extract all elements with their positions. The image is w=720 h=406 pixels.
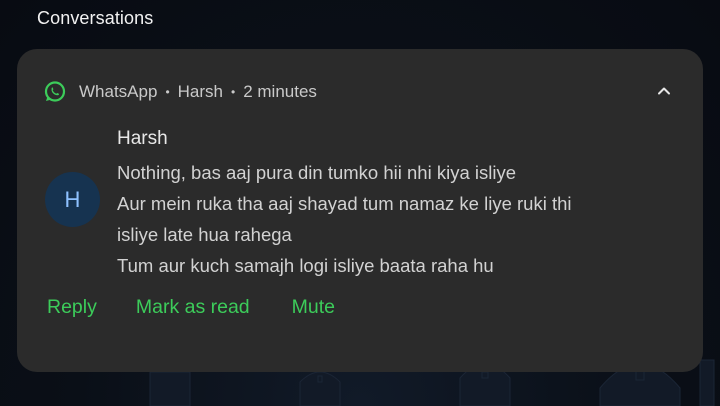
sender-name: Harsh xyxy=(117,128,168,149)
reply-button[interactable]: Reply xyxy=(47,296,97,319)
notification-time: 2 minutes xyxy=(243,82,317,101)
mute-button[interactable]: Mute xyxy=(292,296,335,319)
notification-actions: Reply Mark as read Mute xyxy=(47,296,335,319)
notification-card[interactable]: WhatsApp • Harsh • 2 minutes H Harsh Not… xyxy=(17,49,703,372)
app-name: WhatsApp xyxy=(79,82,158,101)
message-line: Tum aur kuch samajh logi isliye baata ra… xyxy=(117,255,494,276)
notification-shade: Conversations WhatsApp • Harsh • 2 minut… xyxy=(0,0,720,406)
mark-as-read-button[interactable]: Mark as read xyxy=(136,296,250,319)
notification-header: WhatsApp • Harsh • 2 minutes xyxy=(43,79,317,105)
message-body: Harsh Nothing, bas aaj pura din tumko hi… xyxy=(117,126,677,281)
header-separator: • xyxy=(231,85,236,99)
whatsapp-icon xyxy=(44,81,66,102)
message-line: isliye late hua rahega xyxy=(117,224,292,245)
avatar-letter: H xyxy=(64,186,81,212)
avatar: H xyxy=(45,172,100,227)
message-line: Aur mein ruka tha aaj shayad tum namaz k… xyxy=(117,193,572,214)
message-line: Nothing, bas aaj pura din tumko hii nhi … xyxy=(117,162,516,183)
header-separator: • xyxy=(165,85,170,99)
section-title: Conversations xyxy=(37,8,154,28)
header-sender: Harsh xyxy=(177,82,223,101)
chevron-up-icon[interactable] xyxy=(655,82,673,100)
